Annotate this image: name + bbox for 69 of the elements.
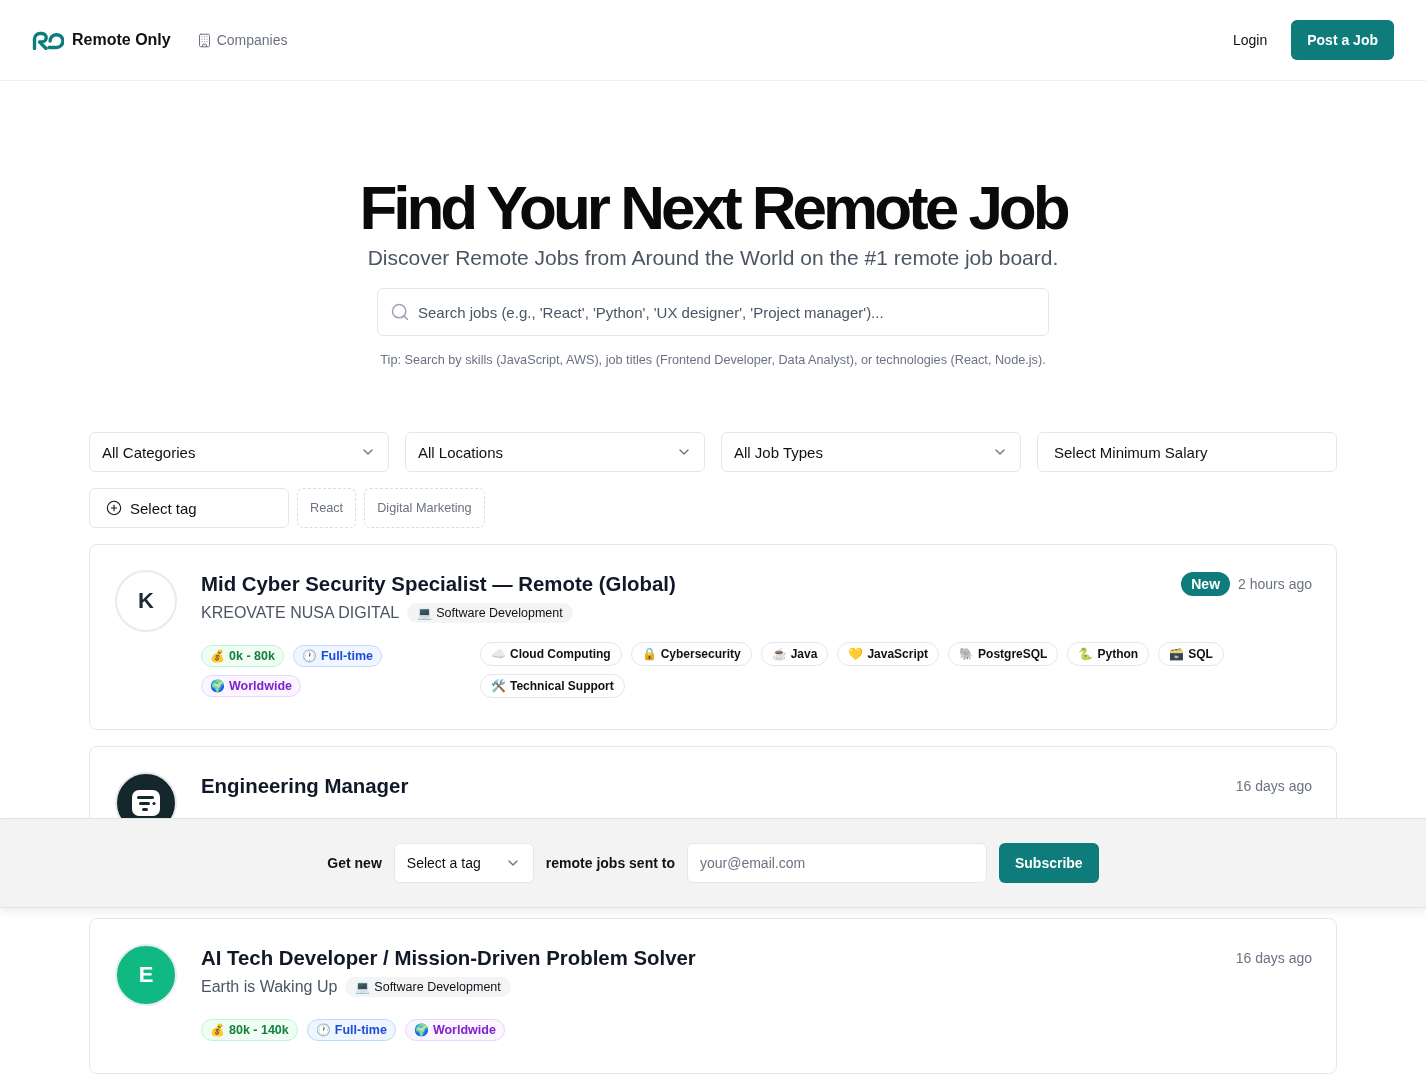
emoji-icon: ☁ — [491, 647, 506, 661]
building-icon — [196, 32, 212, 48]
skill-tag[interactable]: 🔒 Cybersecurity — [630, 642, 752, 666]
salary-range: 0k - 80k — [229, 649, 275, 663]
email-field[interactable]: your@email.com — [686, 843, 987, 883]
salary-field[interactable]: Select Minimum Salary — [1037, 432, 1337, 472]
salary-range: 80k - 140k — [229, 1023, 289, 1037]
hero-title: Find Your Next Remote Job — [359, 176, 1067, 240]
search-tip: Tip: Search by skills (JavaScript, AWS), job titles (Frontend Developer, Data Analyst), or technologies (React, Node.js). — [380, 352, 1046, 368]
skill-tag[interactable]: 💛 JavaScript — [837, 642, 940, 666]
skill-tag[interactable]: 🐍 Python — [1067, 642, 1150, 666]
select-tag-button[interactable]: Select tag — [89, 488, 289, 528]
job-type-label: Full-time — [334, 1023, 387, 1037]
company-avatar: E — [115, 944, 177, 1006]
posted-time: 16 days ago — [1235, 950, 1312, 966]
search-icon — [390, 302, 410, 322]
job-title: Engineering Manager — [201, 774, 409, 799]
logo-icon — [32, 30, 64, 50]
location-label: Worldwide — [432, 1023, 496, 1037]
emoji-icon: 💻 — [355, 980, 371, 994]
skill-tag[interactable]: ☕ Java — [760, 642, 829, 666]
skill-tag[interactable]: 🗃 SQL — [1158, 642, 1224, 666]
skill-tag[interactable]: ☁ Cloud Computing — [480, 642, 622, 666]
posted-time: 16 days ago — [1235, 778, 1312, 794]
emoji-icon: 🐘 — [959, 647, 975, 661]
emoji-icon: 🔒 — [641, 647, 657, 661]
emoji-icon: 🌍 — [210, 679, 225, 693]
hero-subtitle: Discover Remote Jobs from Around the World on the #1 remote job board. — [367, 245, 1059, 271]
emoji-icon: 🛠 — [491, 679, 506, 693]
company-avatar: K — [115, 570, 177, 632]
location-label: Worldwide — [229, 679, 292, 693]
emoji-icon: 💰 — [210, 1023, 225, 1037]
brand-link[interactable]: Remote Only — [32, 30, 171, 50]
filter-dropdown[interactable]: All Categories — [89, 432, 389, 472]
emoji-icon: 💰 — [210, 649, 225, 663]
subscribe-text: Get new — [327, 855, 382, 871]
subscribe-text: remote jobs sent to — [545, 855, 675, 871]
skill-tag[interactable]: 🐘 PostgreSQL — [948, 642, 1059, 666]
login-link[interactable]: Login — [1232, 32, 1268, 48]
nav-link[interactable]: Companies — [196, 32, 288, 48]
skill-tag[interactable]: 🛠 Technical Support — [480, 674, 625, 698]
emoji-icon: 💛 — [848, 647, 864, 661]
emoji-icon: 🐍 — [1078, 647, 1094, 661]
company-name: KREOVATE NUSA DIGITAL — [201, 603, 400, 623]
emoji-icon: 🕐 — [301, 649, 317, 663]
emoji-icon: 🗃 — [1169, 647, 1185, 661]
emoji-icon: 💻 — [417, 606, 433, 620]
emoji-icon: 🕐 — [315, 1023, 331, 1037]
job-card[interactable]: E AI Tech Developer / Mission-Driven Problem Solver 16 days ago Earth is Waking Up 💻 Software Development 💰 80k - 140k 🕐 Full-time 🌍 Worldwide — [89, 918, 1337, 1074]
post-job-button[interactable]: Post a Job — [1291, 20, 1394, 60]
suggested-tag[interactable]: Digital Marketing — [364, 488, 485, 528]
subscribe-button[interactable]: Subscribe — [998, 843, 1099, 883]
add-icon — [106, 500, 122, 516]
category-name: Software Development — [436, 606, 563, 620]
filter-dropdown[interactable]: All Locations — [405, 432, 705, 472]
tag-dropdown[interactable]: Select a tag — [393, 843, 534, 883]
job-title: AI Tech Developer / Mission-Driven Problem Solver — [201, 946, 696, 971]
search-field[interactable]: Search jobs (e.g., 'React', 'Python', 'UX designer', 'Project manager')... — [377, 288, 1049, 336]
filter-dropdown[interactable]: All Job Types — [721, 432, 1021, 472]
emoji-icon: ☕ — [771, 647, 787, 661]
emoji-icon: 🌍 — [413, 1023, 429, 1037]
job-type-label: Full-time — [320, 649, 373, 663]
new-badge: New — [1181, 572, 1231, 596]
job-title: Mid Cyber Security Specialist — Remote (Global) — [201, 572, 676, 597]
job-card[interactable] — [89, 544, 1337, 730]
company-name: Earth is Waking Up — [201, 977, 338, 997]
category-name: Software Development — [374, 980, 501, 994]
posted-time: 2 hours ago — [1238, 576, 1312, 592]
suggested-tag[interactable]: React — [297, 488, 357, 528]
